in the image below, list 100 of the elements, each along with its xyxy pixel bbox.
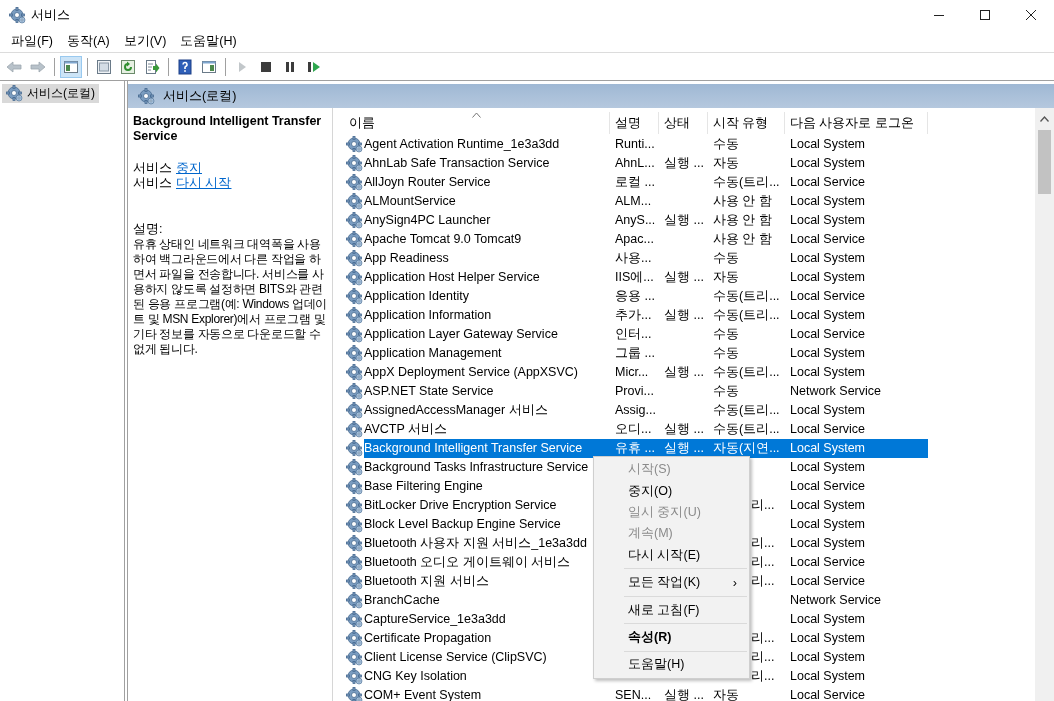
table-cell: Local System	[790, 612, 866, 626]
table-cell: 유휴 ...	[615, 441, 655, 455]
gear-icon	[346, 192, 363, 210]
service-name[interactable]: AssignedAccessManager 서비스	[364, 401, 548, 419]
service-name[interactable]: Agent Activation Runtime_1e3a3dd	[364, 137, 560, 151]
forward-arrow-icon	[30, 58, 46, 75]
service-name[interactable]: Block Level Backup Engine Service	[364, 517, 561, 531]
table-cell: 수동	[713, 346, 739, 360]
service-name[interactable]: Application Management	[364, 346, 502, 360]
service-name[interactable]: Application Identity	[364, 289, 469, 303]
service-name[interactable]: Bluetooth 오디오 게이트웨이 서비스	[364, 553, 571, 571]
gear-icon	[6, 85, 23, 102]
action-link[interactable]: 다시 시작	[176, 176, 232, 191]
gear-icon	[346, 686, 363, 701]
table-cell: 실행 ...	[664, 213, 704, 227]
table-cell: Local System	[790, 631, 866, 645]
table-cell: 수동(트리...	[713, 365, 780, 379]
column-header[interactable]: 이름	[333, 112, 610, 134]
column-header[interactable]: 다음 사용자로 로그온	[785, 112, 928, 134]
menu-item[interactable]: 파일(F)	[4, 32, 60, 50]
context-menu-item[interactable]: 속성(R)	[594, 626, 749, 649]
table-cell: Local Service	[790, 574, 866, 588]
close-icon	[1026, 10, 1036, 20]
table-cell: Assig...	[615, 403, 656, 417]
service-name[interactable]: BranchCache	[364, 593, 440, 607]
scroll-thumb[interactable]	[1038, 130, 1051, 194]
table-cell: 리...	[751, 650, 775, 664]
table-cell: 로컬 ...	[615, 175, 655, 189]
service-name[interactable]: App Readiness	[364, 251, 449, 265]
gear-icon	[346, 325, 363, 343]
menu-item[interactable]: 보기(V)	[116, 32, 174, 50]
tree-item[interactable]: 서비스(로컬)	[2, 84, 99, 103]
table-cell: Local System	[790, 650, 866, 664]
service-title: Background Intelligent Transfer Service	[133, 114, 323, 144]
refresh-icon	[120, 58, 136, 75]
pane-title: 서비스(로컬)	[163, 87, 237, 105]
context-menu-item[interactable]: 새로 고침(F)	[594, 599, 749, 621]
service-name[interactable]: AllJoyn Router Service	[364, 175, 491, 189]
service-name[interactable]: Application Host Helper Service	[364, 270, 540, 284]
gear-icon	[346, 401, 363, 419]
table-cell: 자동(지연...	[713, 441, 780, 455]
gear-icon	[346, 344, 363, 362]
gear-icon	[346, 249, 363, 267]
pane-icon	[63, 58, 79, 75]
table-cell: Local System	[790, 308, 866, 322]
service-name[interactable]: Apache Tomcat 9.0 Tomcat9	[364, 232, 522, 246]
gear-icon	[346, 515, 363, 533]
service-name[interactable]: Base Filtering Engine	[364, 479, 483, 493]
window-icon	[96, 58, 112, 75]
table-cell: 오디...	[615, 422, 652, 436]
window-title: 서비스	[31, 6, 70, 24]
service-name[interactable]: COM+ Event System	[364, 688, 482, 701]
description-label: 설명:	[133, 222, 164, 237]
service-name[interactable]: AhnLab Safe Transaction Service	[364, 156, 550, 170]
service-name[interactable]: Application Layer Gateway Service	[364, 327, 558, 341]
table-cell: 수동	[713, 251, 739, 265]
context-menu-item[interactable]: 도움말(H)	[594, 654, 749, 676]
context-menu-item[interactable]: 중지(O)	[594, 480, 749, 502]
table-cell: Local System	[790, 669, 866, 683]
table-cell: Local Service	[790, 422, 866, 436]
service-name[interactable]: AnySign4PC Launcher	[364, 213, 491, 227]
service-name[interactable]: CaptureService_1e3a3dd	[364, 612, 506, 626]
menu-item[interactable]: 도움말(H)	[173, 32, 244, 50]
service-name[interactable]: Background Intelligent Transfer Service	[364, 438, 610, 458]
table-cell: Local Service	[790, 289, 866, 303]
service-name[interactable]: AVCTP 서비스	[364, 420, 447, 438]
table-cell: 리...	[751, 669, 775, 683]
table-cell: Local Service	[790, 175, 866, 189]
service-name[interactable]: Background Tasks Infrastructure Service	[364, 460, 589, 474]
help-icon	[177, 58, 193, 75]
service-name[interactable]: Application Information	[364, 308, 492, 322]
menu-item[interactable]: 동작(A)	[59, 32, 117, 50]
gear-icon	[346, 534, 363, 552]
gear-icon	[346, 230, 363, 248]
table-cell: 사용...	[615, 251, 652, 265]
service-name[interactable]: CNG Key Isolation	[364, 669, 467, 683]
scrollbar[interactable]	[1035, 108, 1054, 701]
service-name[interactable]: ASP.NET State Service	[364, 384, 494, 398]
service-name[interactable]: BitLocker Drive Encryption Service	[364, 498, 557, 512]
action-link[interactable]: 중지	[176, 161, 202, 176]
table-cell: Local System	[790, 270, 866, 284]
context-menu-item[interactable]: 모든 작업(K) ›	[594, 571, 749, 594]
column-header[interactable]: 설명	[610, 112, 659, 134]
gear-icon	[346, 211, 363, 229]
service-name[interactable]: Certificate Propagation	[364, 631, 492, 645]
pane-button[interactable]	[60, 55, 82, 78]
service-name[interactable]: Client License Service (ClipSVC)	[364, 650, 547, 664]
context-menu-item[interactable]: 다시 시작(E)	[594, 544, 749, 566]
table-cell: Local System	[790, 251, 866, 265]
service-name[interactable]: Bluetooth 지원 서비스	[364, 572, 489, 590]
column-header[interactable]: 상태	[659, 112, 708, 134]
table-cell: Local System	[790, 137, 866, 151]
service-name[interactable]: ALMountService	[364, 194, 456, 208]
service-name[interactable]: AppX Deployment Service (AppXSVC)	[364, 365, 578, 379]
action-label: 서비스	[133, 176, 172, 191]
gear-icon	[346, 458, 363, 476]
table-cell: Local System	[790, 365, 866, 379]
service-name[interactable]: Bluetooth 사용자 지원 서비스_1e3a3dd	[364, 534, 587, 552]
column-header[interactable]: 시작 유형	[708, 112, 785, 134]
table-cell: Local System	[790, 194, 866, 208]
